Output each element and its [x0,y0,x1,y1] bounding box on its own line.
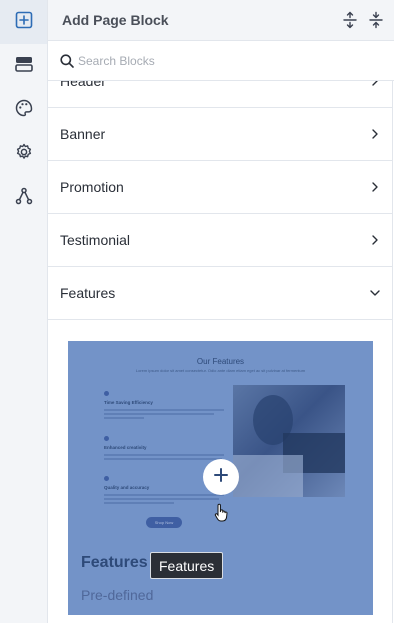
add-block-rail-button[interactable] [0,0,47,44]
block-category-list: Header Banner Promotion Testimonial Feat… [48,81,393,623]
theme-rail-button[interactable] [0,88,47,132]
add-block-icon [14,10,34,35]
category-label: Header [60,81,106,89]
panel-header: Add Page Block [48,0,394,41]
hand-cursor-icon [213,503,229,523]
chevron-right-icon [369,233,381,245]
chevron-right-icon [369,81,381,86]
thumbnail-feature: Time Saving Efficiency [104,400,153,405]
category-label: Banner [60,126,106,142]
search-input[interactable] [78,50,378,72]
text-line [104,458,222,460]
category-testimonial[interactable]: Testimonial [48,214,392,267]
workflow-rail-button[interactable] [0,176,47,220]
add-block-panel: Add Page Block Header Banner Promotion [48,0,394,623]
expand-all-button[interactable] [341,11,359,29]
category-header[interactable]: Header [48,81,392,108]
text-line [104,494,224,496]
feature-bullet [104,391,109,396]
settings-rail-button[interactable] [0,132,47,176]
category-promotion[interactable]: Promotion [48,161,392,214]
block-type: Pre-defined [81,587,154,603]
text-line [104,454,224,456]
thumbnail-title: Our Features [196,357,245,366]
block-name: Features [81,554,148,571]
category-label: Promotion [60,179,124,195]
palette-icon [14,98,34,123]
collapse-all-button[interactable] [367,11,385,29]
plus-icon [213,467,229,488]
feature-bullet [104,476,109,481]
thumbnail-feature: Quality and accuracy [104,485,150,490]
category-label: Features [60,285,116,301]
tooltip: Features [150,552,224,579]
thumbnail-button: Shop Now [146,517,182,528]
text-line [104,409,224,411]
layers-rail-button[interactable] [0,44,47,88]
category-features[interactable]: Features [48,267,392,320]
text-line [104,498,219,500]
collapse-all-icon [367,11,385,33]
left-rail [0,0,48,623]
chevron-right-icon [369,180,381,192]
category-label: Testimonial [60,232,131,248]
thumbnail-subtitle: Lorem ipsum dolor sit amet consectetur. … [135,368,306,373]
thumbnail-image [233,385,345,497]
layers-icon [14,54,34,79]
workflow-icon [14,186,34,211]
search-icon [59,53,75,69]
add-block-button[interactable] [203,459,239,495]
text-line [104,413,214,415]
feature-bullet [104,436,109,441]
thumbnail-feature: Enhanced creativity [104,445,147,450]
search-bar [48,41,394,81]
text-line [104,417,144,419]
expand-all-icon [341,11,359,33]
panel-title: Add Page Block [62,12,169,28]
category-banner[interactable]: Banner [48,108,392,161]
text-line [104,502,174,504]
gear-icon [14,142,34,167]
chevron-down-icon [369,286,381,298]
chevron-right-icon [369,127,381,139]
